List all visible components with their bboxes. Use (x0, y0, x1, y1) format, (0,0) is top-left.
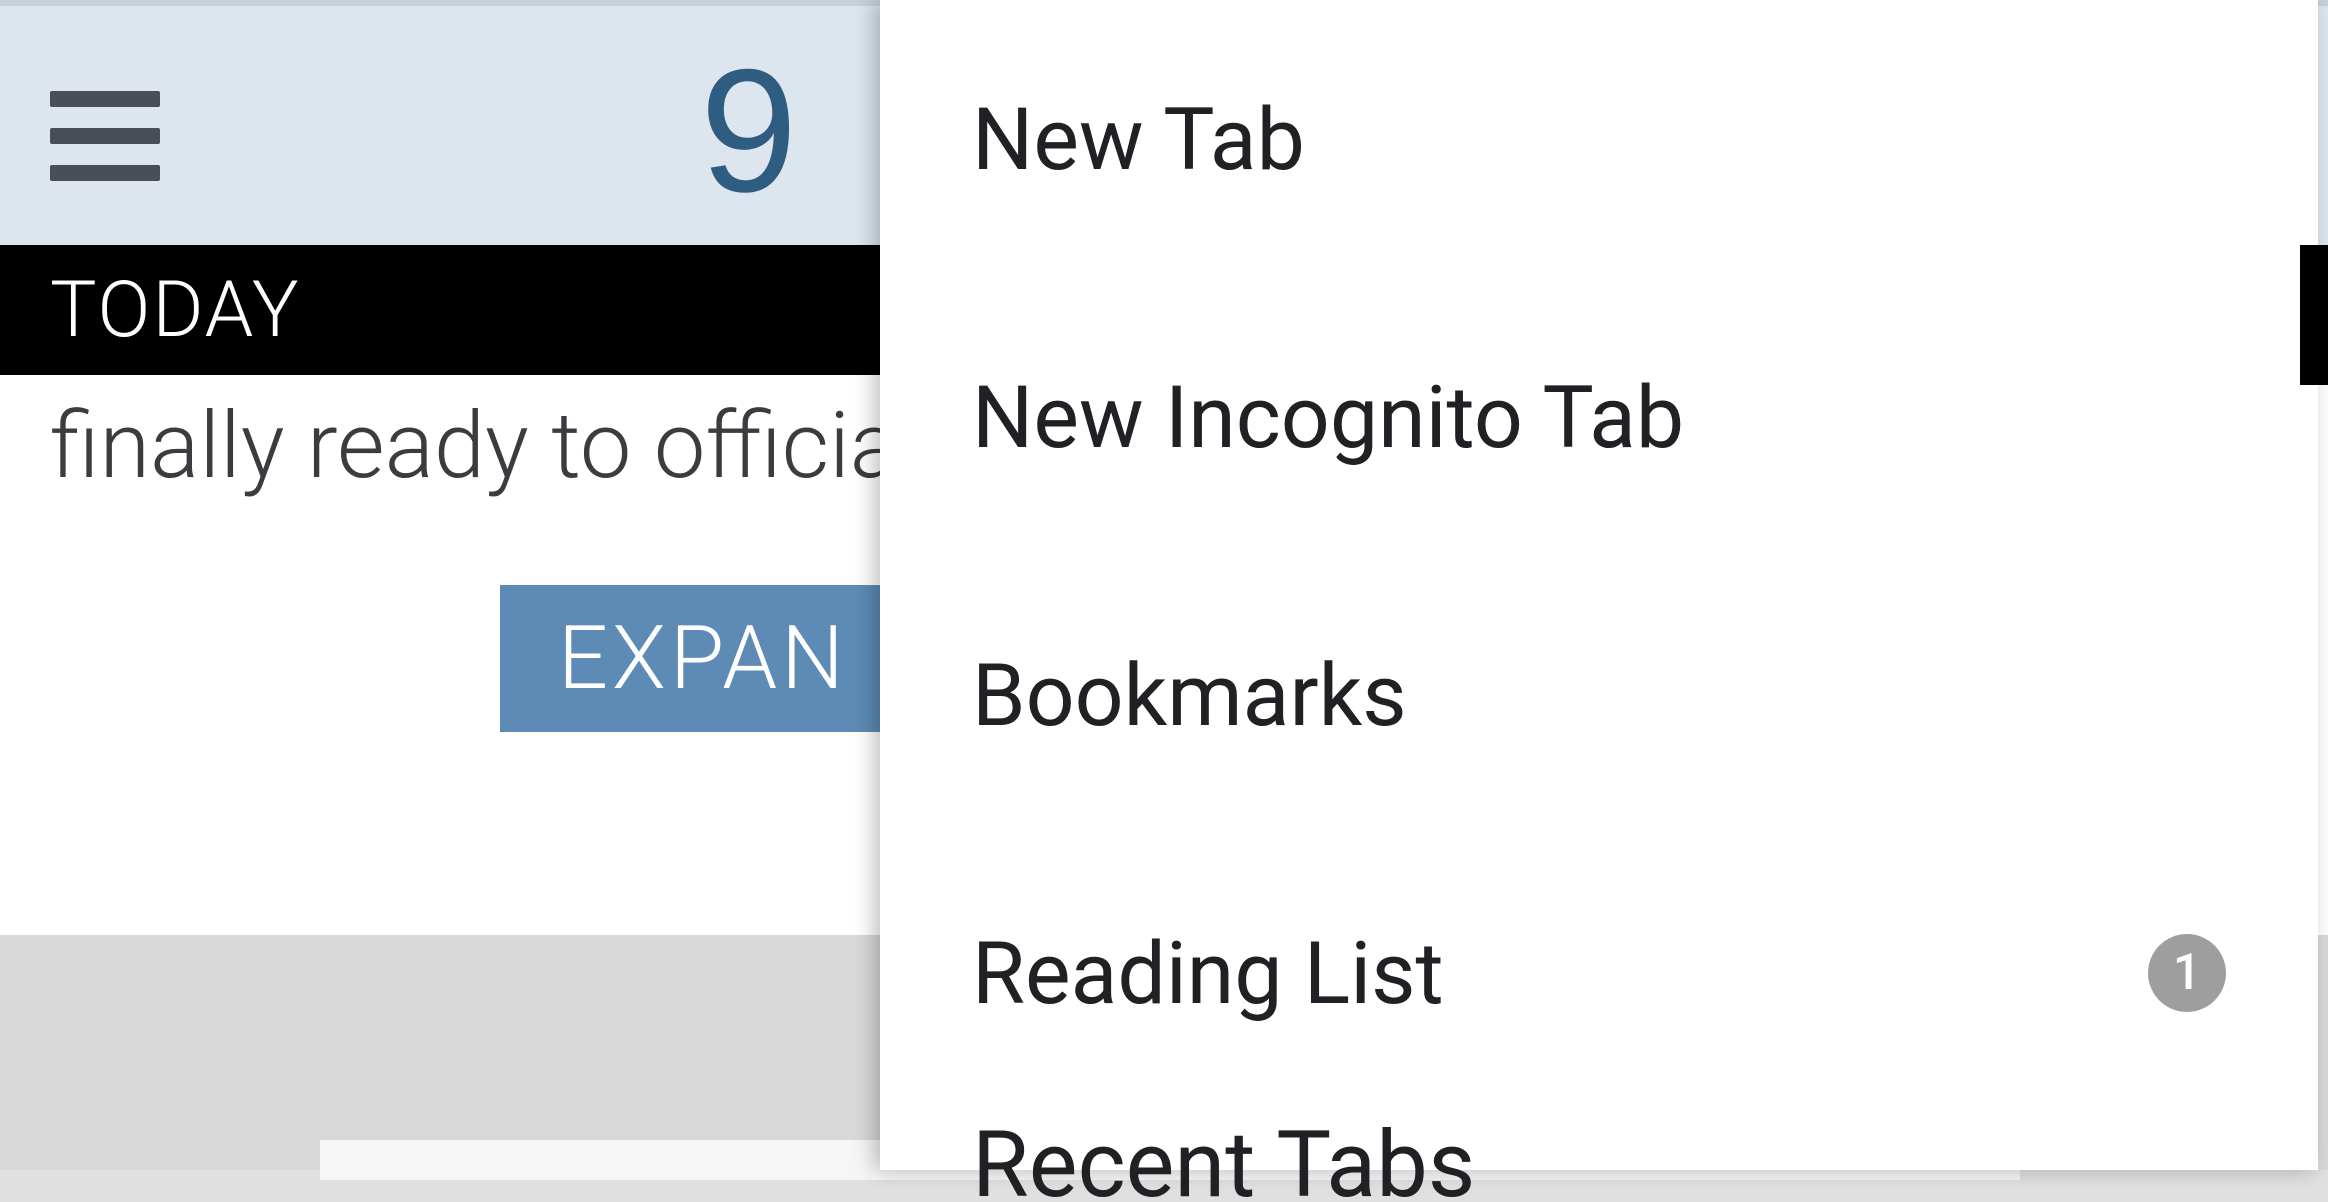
today-label: TODAY (50, 265, 301, 356)
reading-list-badge: 1 (2148, 934, 2226, 1012)
menu-item-label: New Incognito Tab (972, 367, 2226, 468)
hamburger-menu-icon[interactable] (50, 91, 160, 181)
menu-item-label: Recent Tabs (972, 1112, 1475, 1202)
menu-item-label: Reading List (972, 923, 2148, 1024)
menu-item-label: Bookmarks (972, 645, 2226, 746)
menu-item-new-tab[interactable]: New Tab (880, 0, 2318, 278)
menu-item-new-incognito-tab[interactable]: New Incognito Tab (880, 278, 2318, 556)
article-partial-text: finally ready to officia (50, 393, 899, 500)
site-logo[interactable]: 9 (700, 44, 797, 219)
browser-overflow-menu: New Tab New Incognito Tab Bookmarks Read… (880, 0, 2318, 1170)
scrollbar-thumb[interactable] (2300, 245, 2328, 385)
menu-item-reading-list[interactable]: Reading List 1 (880, 834, 2318, 1112)
menu-item-bookmarks[interactable]: Bookmarks (880, 556, 2318, 834)
menu-item-recent-tabs[interactable]: Recent Tabs (880, 1112, 2318, 1202)
menu-item-label: New Tab (972, 89, 2226, 190)
hamburger-line (50, 128, 160, 144)
expand-button[interactable]: EXPAN (500, 585, 896, 732)
hamburger-line (50, 165, 160, 181)
hamburger-line (50, 91, 160, 107)
